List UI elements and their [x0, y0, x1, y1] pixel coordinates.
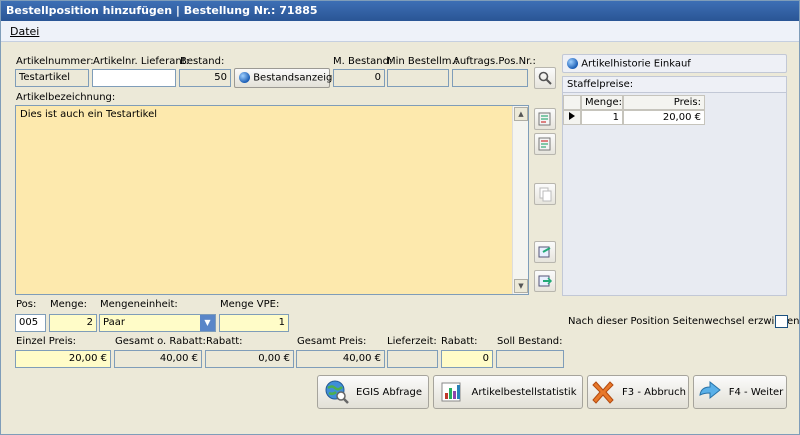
- artikelhistorie-label: Artikelhistorie Einkauf: [581, 58, 691, 70]
- export-icon: [538, 275, 553, 287]
- bezeichnung-scrollbar[interactable]: ▲ ▼: [512, 106, 528, 294]
- artikelbestellstatistik-button[interactable]: Artikelbestellstatistik: [433, 375, 583, 409]
- text-insert-icon: [538, 112, 551, 126]
- egis-abfrage-label: EGIS Abfrage: [356, 386, 422, 398]
- rabatt-betrag-field: 0,00 €: [205, 350, 294, 368]
- import-button[interactable]: [534, 241, 556, 263]
- lieferant-label: Artikelnr. Lieferant:: [93, 56, 189, 67]
- egis-abfrage-button[interactable]: EGIS Abfrage: [317, 375, 429, 409]
- abbruch-label: F3 - Abbruch: [622, 386, 686, 398]
- mengeneinheit-select[interactable]: Paar ▼: [99, 314, 216, 332]
- cancel-x-icon: [592, 381, 614, 404]
- bezeichnung-text: Dies ist auch ein Testartikel: [20, 109, 158, 120]
- seitenwechsel-label: Nach dieser Position Seitenwechsel erzwi…: [568, 316, 800, 327]
- soll-bestand-label: Soll Bestand:: [497, 336, 563, 347]
- insert-text-button[interactable]: [534, 108, 556, 130]
- staffelpreise-label: Staffelpreise:: [563, 77, 786, 93]
- soll-bestand-field[interactable]: [496, 350, 564, 368]
- bestand-field: 50: [179, 69, 231, 87]
- text-edit-icon: [538, 137, 551, 151]
- globe-search-icon: [325, 380, 349, 404]
- search-icon: [538, 71, 552, 85]
- chevron-down-icon[interactable]: ▼: [200, 315, 215, 331]
- gesamt-o-rabatt-label: Gesamt o. Rabatt:: [115, 336, 206, 347]
- row-selector-icon[interactable]: [563, 110, 581, 125]
- pos-label: Pos:: [16, 299, 37, 310]
- menge-vpe-field[interactable]: 1: [219, 314, 289, 332]
- window-title: Bestellposition hinzufügen | Bestellung …: [1, 1, 799, 21]
- bestandsanzeige-button[interactable]: Bestandsanzeige: [234, 68, 339, 88]
- mengeneinheit-value: Paar: [103, 317, 125, 328]
- mengeneinheit-label: Mengeneinheit:: [100, 299, 178, 310]
- info-icon: [239, 72, 250, 83]
- artikelnummer-field[interactable]: Testartikel: [15, 69, 89, 87]
- lieferzeit-label: Lieferzeit:: [387, 336, 437, 347]
- copy-button[interactable]: [534, 183, 556, 205]
- menu-bar: Datei: [1, 21, 799, 42]
- menge-vpe-label: Menge VPE:: [220, 299, 280, 310]
- einzel-preis-field[interactable]: 20,00 €: [15, 350, 111, 368]
- pos-field[interactable]: 005: [15, 314, 46, 332]
- chart-icon: [441, 382, 461, 402]
- forward-arrow-icon: [699, 380, 721, 400]
- grid-corner: [563, 95, 581, 110]
- seitenwechsel-checkbox[interactable]: [775, 315, 788, 328]
- auftrags-pos-field[interactable]: [452, 69, 528, 87]
- lieferant-artikelnr-field[interactable]: [92, 69, 176, 87]
- grid-header-preis: Preis:: [623, 95, 705, 110]
- gesamt-preis-label: Gesamt Preis:: [297, 336, 367, 347]
- artikelhistorie-button[interactable]: Artikelhistorie Einkauf: [562, 54, 787, 73]
- menu-file[interactable]: Datei: [10, 25, 39, 38]
- grid-cell-menge[interactable]: 1: [581, 110, 623, 125]
- bezeichnung-textarea[interactable]: Dies ist auch ein Testartikel ▲ ▼: [15, 105, 529, 295]
- rabatt-prozent-field[interactable]: 0: [441, 350, 493, 368]
- row-pointer-icon: [569, 112, 575, 120]
- scroll-down-arrow-icon[interactable]: ▼: [514, 279, 528, 293]
- artikelnummer-label: Artikelnummer:: [16, 56, 94, 67]
- edit-text-button[interactable]: [534, 133, 556, 155]
- m-bestand-label: M. Bestand:: [333, 56, 393, 67]
- bestand-label: Bestand:: [180, 56, 225, 67]
- weiter-label: F4 - Weiter: [728, 386, 784, 398]
- menge-label: Menge:: [50, 299, 87, 310]
- staffelpreise-panel: Staffelpreise: Menge: Preis: 1 20,00 €: [562, 76, 787, 296]
- dialog-window: Bestellposition hinzufügen | Bestellung …: [0, 0, 800, 435]
- menge-field[interactable]: 2: [49, 314, 97, 332]
- rabatt-betrag-label: Rabatt:: [206, 336, 243, 347]
- import-icon: [538, 246, 551, 258]
- gesamt-o-rabatt-field: 40,00 €: [114, 350, 202, 368]
- grid-header-menge: Menge:: [581, 95, 623, 110]
- weiter-button[interactable]: F4 - Weiter: [693, 375, 787, 409]
- copy-icon: [539, 187, 552, 202]
- auftrags-pos-label: Auftrags.Pos.Nr.:: [453, 56, 536, 67]
- artikelbestellstatistik-label: Artikelbestellstatistik: [471, 386, 577, 398]
- info-icon: [567, 58, 578, 69]
- grid-cell-preis[interactable]: 20,00 €: [623, 110, 705, 125]
- min-bestellm-field: [387, 69, 449, 87]
- einzel-preis-label: Einzel Preis:: [16, 336, 77, 347]
- gesamt-preis-field: 40,00 €: [296, 350, 385, 368]
- abbruch-button[interactable]: F3 - Abbruch: [587, 375, 689, 409]
- rabatt-prozent-label: Rabatt:: [441, 336, 478, 347]
- bestandsanzeige-label: Bestandsanzeige: [253, 72, 339, 84]
- lieferzeit-field[interactable]: [387, 350, 438, 368]
- m-bestand-field: 0: [333, 69, 385, 87]
- bezeichnung-label: Artikelbezeichnung:: [16, 92, 116, 103]
- scroll-up-arrow-icon[interactable]: ▲: [514, 107, 528, 121]
- min-bestellm-label: Min Bestellm.:: [387, 56, 459, 67]
- search-button[interactable]: [534, 67, 556, 89]
- export-button[interactable]: [534, 270, 556, 292]
